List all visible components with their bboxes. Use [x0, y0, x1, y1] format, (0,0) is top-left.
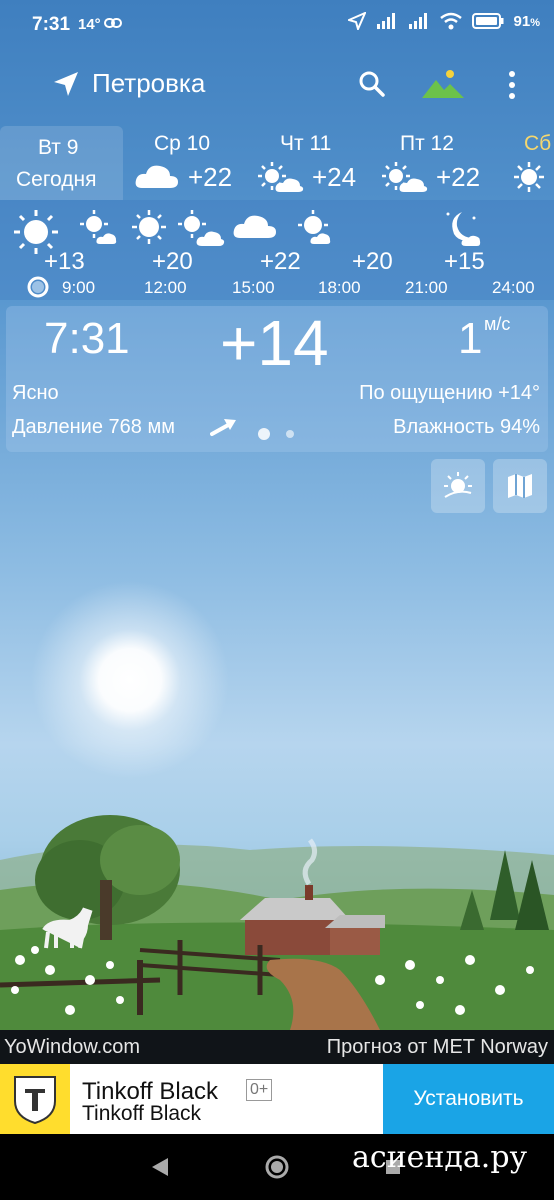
current-temperature: +14: [220, 307, 329, 379]
status-bar: 7:31 14° 91%: [0, 0, 554, 52]
landscape-scene: [0, 815, 554, 1030]
sun-icon: [132, 210, 166, 244]
day-label: Сб: [524, 132, 552, 155]
day-tab-4[interactable]: Сб: [508, 126, 554, 200]
status-time: 7:31: [32, 14, 71, 35]
pressure-trend-arrow-icon: [210, 419, 236, 436]
hourly-time: 12:00: [144, 278, 187, 297]
day-temp: +22: [436, 162, 481, 192]
page-indicator: [258, 428, 294, 440]
yowindow-link[interactable]: YoWindow.com: [4, 1036, 140, 1059]
hourly-temp: +13: [44, 248, 85, 275]
current-conditions-panel[interactable]: 7:31 +14 1 м/с Ясно По ощущению +14° Дав…: [6, 306, 548, 452]
battery-percent: 91%: [513, 12, 540, 30]
location-arrow-icon[interactable]: [52, 70, 80, 103]
forecast-source[interactable]: Прогноз от MET Norway: [327, 1036, 548, 1059]
day-label: Ср 10: [154, 132, 211, 155]
hourly-forecast: +13 +20 +22 +20 +15 9:00 12:00 15:00 18:…: [0, 200, 554, 300]
landscape-icon[interactable]: [420, 68, 466, 105]
cloud-icon: [135, 165, 178, 188]
status-temp: 14°: [78, 16, 101, 33]
day-tab-3[interactable]: Пт 12 +22: [376, 126, 486, 200]
link-icon: [104, 16, 122, 35]
tinkoff-logo: [0, 1064, 70, 1134]
partly-cloudy-icon: [258, 162, 304, 192]
current-time: 7:31: [44, 314, 130, 363]
daily-forecast: Вт 9 Сегодня Ср 10 +22 Чт 11 +24 Пт 12 +…: [0, 126, 554, 200]
day-label: Пт 12: [400, 132, 454, 155]
overflow-menu-icon[interactable]: [507, 70, 517, 105]
day-label: Вт 9: [38, 136, 79, 159]
day-label: Чт 11: [280, 132, 332, 155]
sun-orbit-icon: [444, 472, 472, 498]
day-tab-today[interactable]: Вт 9 Сегодня: [0, 126, 123, 200]
feels-like: По ощущению +14°: [359, 382, 540, 404]
hourly-time: 24:00: [492, 278, 535, 297]
partly-cloudy-icon: [178, 210, 225, 246]
back-icon[interactable]: [150, 1156, 170, 1178]
credits-bar: YoWindow.com Прогноз от MET Norway: [0, 1030, 554, 1064]
day-tab-1[interactable]: Ср 10 +22: [130, 126, 240, 200]
age-rating: 0+: [246, 1079, 273, 1101]
sun-icon: [514, 162, 544, 192]
map-icon: [508, 474, 532, 498]
wind-unit: м/с: [484, 314, 511, 334]
wifi-icon: [439, 12, 462, 30]
sun-position-button[interactable]: [431, 459, 485, 513]
current-time-marker-icon: [27, 276, 49, 298]
moon-icon: [446, 212, 481, 246]
ad-banner[interactable]: Tinkoff Black 0+ Tinkoff Black Установит…: [0, 1064, 554, 1134]
install-button[interactable]: Установить: [383, 1064, 554, 1134]
day-temp: +24: [312, 162, 357, 192]
humidity: Влажность 94%: [393, 416, 540, 438]
hourly-time: 18:00: [318, 278, 361, 297]
day-tab-2[interactable]: Чт 11 +24: [252, 126, 362, 200]
day-temp: +22: [188, 162, 233, 192]
watermark: асиенда.ру: [352, 1140, 528, 1175]
hourly-temp: +22: [260, 248, 301, 275]
status-icons: 91%: [347, 12, 540, 30]
partly-cloudy-icon: [80, 210, 117, 244]
day-sublabel: Сегодня: [16, 168, 97, 191]
hourly-temp: +20: [352, 248, 393, 275]
signal-icon: [376, 13, 395, 29]
hourly-temp: +15: [444, 248, 485, 275]
condition-text: Ясно: [12, 382, 59, 404]
sun-glow: [30, 580, 230, 780]
app-bar: Петровка: [0, 58, 554, 112]
location-arrow-icon: [347, 12, 366, 30]
signal-icon-2: [408, 13, 427, 29]
hourly-time: 9:00: [62, 278, 96, 297]
hourly-temp: +20: [152, 248, 193, 275]
location-name[interactable]: Петровка: [92, 68, 205, 99]
search-icon[interactable]: [358, 70, 386, 103]
partly-cloudy-icon: [382, 162, 428, 192]
ad-subtitle: Tinkoff Black: [82, 1102, 202, 1125]
map-button[interactable]: [493, 459, 547, 513]
hourly-time: 15:00: [232, 278, 275, 297]
pressure: Давление 768 мм: [12, 416, 175, 438]
partly-cloudy-icon: [298, 210, 331, 244]
cloud-icon: [233, 215, 276, 238]
battery-icon: [471, 13, 504, 29]
hourly-time: 21:00: [405, 278, 448, 297]
home-icon[interactable]: [264, 1154, 290, 1180]
wind-speed: 1: [458, 314, 483, 363]
